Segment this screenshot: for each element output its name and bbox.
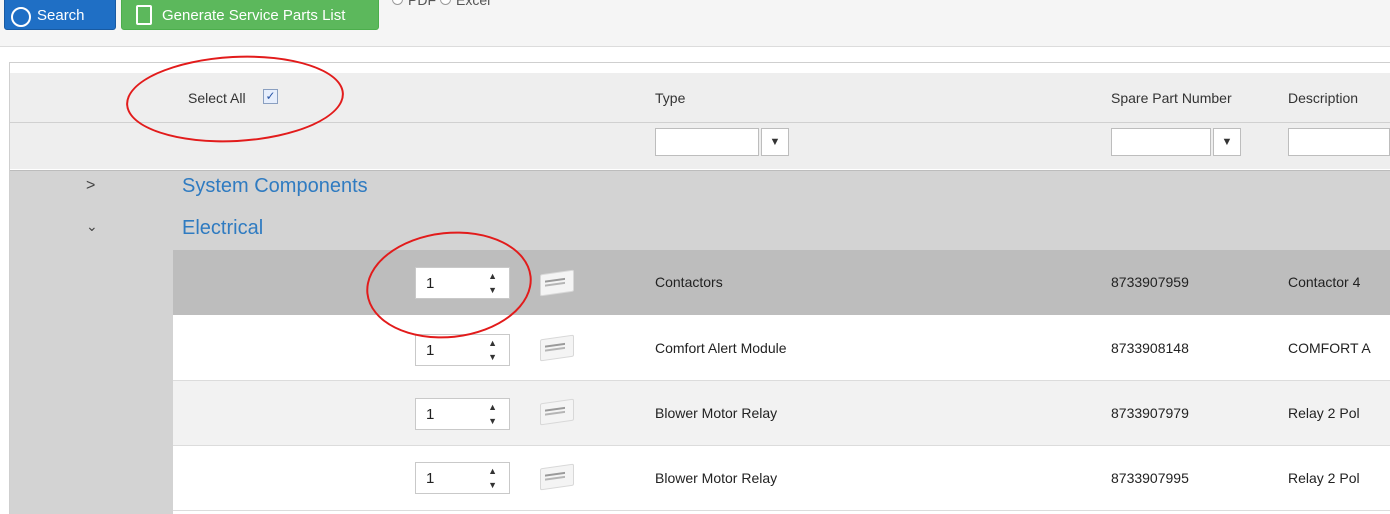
- table-row[interactable]: [173, 250, 1390, 315]
- description-cell: COMFORT A: [1288, 340, 1371, 356]
- table-row[interactable]: [173, 446, 1390, 514]
- search-icon: [11, 7, 31, 27]
- part-number-filter-button[interactable]: ▼: [1213, 128, 1241, 156]
- chevron-right-icon[interactable]: >: [86, 177, 95, 195]
- toolbar-divider: [0, 46, 1390, 47]
- decrement-icon[interactable]: ▼: [488, 352, 497, 362]
- column-header-type[interactable]: Type: [655, 90, 685, 106]
- increment-icon[interactable]: ▲: [488, 402, 497, 412]
- type-cell: Comfort Alert Module: [655, 340, 787, 356]
- chevron-down-icon[interactable]: ⌄: [86, 218, 98, 235]
- search-button[interactable]: Search: [4, 0, 116, 30]
- description-cell: Relay 2 Pol: [1288, 405, 1360, 421]
- increment-icon[interactable]: ▲: [488, 338, 497, 348]
- table-row[interactable]: [173, 381, 1390, 445]
- part-number-cell: 8733907979: [1111, 405, 1189, 421]
- group-indent-column: [10, 255, 173, 514]
- type-cell: Blower Motor Relay: [655, 470, 778, 486]
- row-divider: [173, 510, 1390, 511]
- column-header-spare-part-number[interactable]: Spare Part Number: [1111, 90, 1232, 106]
- description-cell: Relay 2 Pol: [1288, 470, 1360, 486]
- part-number-filter-input[interactable]: [1111, 128, 1211, 156]
- decrement-icon[interactable]: ▼: [488, 480, 497, 490]
- column-header-description[interactable]: Description: [1288, 90, 1358, 106]
- document-icon: [136, 5, 152, 25]
- part-number-cell: 8733907995: [1111, 470, 1189, 486]
- excel-radio-label: Excel: [456, 0, 491, 8]
- type-cell: Contactors: [655, 274, 723, 290]
- generate-service-parts-list-button[interactable]: Generate Service Parts List: [121, 0, 379, 30]
- group-label-electrical[interactable]: Electrical: [182, 217, 263, 240]
- part-number-cell: 8733908148: [1111, 340, 1189, 356]
- quantity-value[interactable]: 1: [426, 470, 434, 487]
- generate-button-label: Generate Service Parts List: [162, 7, 346, 24]
- filter-icon: ▼: [1221, 136, 1233, 148]
- quantity-stepper[interactable]: 1 ▲ ▼: [415, 462, 510, 494]
- quantity-value[interactable]: 1: [426, 342, 434, 359]
- quantity-value[interactable]: 1: [426, 406, 434, 423]
- type-filter-input[interactable]: [655, 128, 759, 156]
- type-filter-button[interactable]: ▼: [761, 128, 789, 156]
- search-button-label: Search: [37, 7, 85, 24]
- part-number-cell: 8733907959: [1111, 274, 1189, 290]
- quantity-stepper[interactable]: 1 ▲ ▼: [415, 334, 510, 366]
- decrement-icon[interactable]: ▼: [488, 416, 497, 426]
- filter-icon: ▼: [769, 136, 781, 148]
- increment-icon[interactable]: ▲: [488, 466, 497, 476]
- pdf-radio-label: PDF: [408, 0, 436, 8]
- description-cell: Contactor 4: [1288, 274, 1361, 290]
- type-cell: Blower Motor Relay: [655, 405, 778, 421]
- quantity-stepper[interactable]: 1 ▲ ▼: [415, 398, 510, 430]
- description-filter-input[interactable]: [1288, 128, 1390, 156]
- group-label-system-components[interactable]: System Components: [182, 175, 368, 198]
